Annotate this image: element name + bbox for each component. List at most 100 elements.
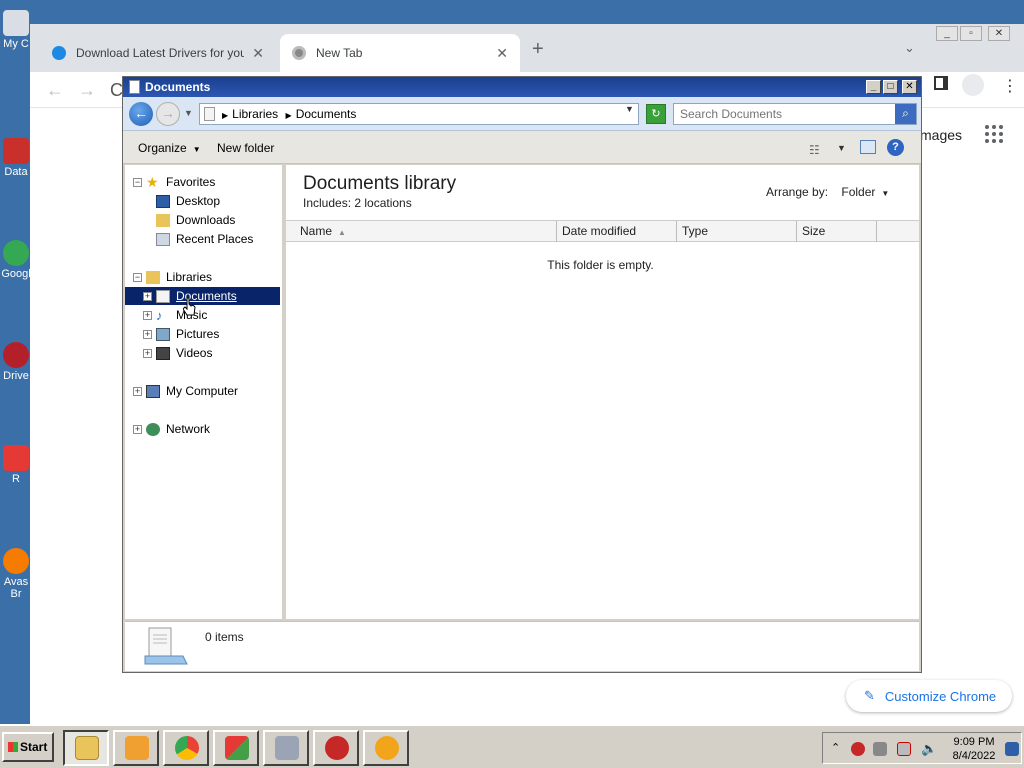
view-details-icon[interactable]: ☷ [809,143,820,157]
view-dropdown-icon[interactable]: ▼ [837,143,846,153]
tree-item-desktop[interactable]: Desktop [156,192,220,210]
desktop-icon-driver[interactable]: Drive [0,342,32,382]
tree-item-network[interactable]: + Network [133,420,210,438]
tab-new-tab[interactable]: New Tab ✕ [280,34,520,72]
tree-item-music[interactable]: + ♪ Music [143,306,207,324]
close-window-button[interactable]: ✕ [988,26,1010,41]
column-type[interactable]: Type [677,221,797,242]
help-icon[interactable]: ? [887,139,904,156]
minimize-button[interactable]: _ [866,80,881,94]
collapse-icon[interactable]: − [133,272,142,282]
expand-icon[interactable]: + [143,310,152,320]
desktop-icon-avast-browser[interactable]: Avas Br [0,548,32,600]
address-bar-area: ← → ▼ ▶Libraries ▶Documents ▼ ↻ ⌕ [123,97,921,131]
tree-item-libraries[interactable]: − Libraries [133,268,212,286]
tray-network-icon[interactable] [873,742,887,756]
address-dropdown-icon[interactable]: ▼ [625,104,634,114]
google-apps-icon[interactable] [985,125,1003,143]
taskbar-explorer[interactable] [63,730,109,766]
address-bar[interactable]: ▶ Libraries ▶ Documents [199,103,639,125]
command-bar: Organize ▼ New folder ☷ ▼ ? [123,131,921,164]
close-button[interactable]: ✕ [902,80,917,94]
chrome-menu-icon[interactable]: ⋮ [1002,76,1018,96]
taskbar-browser[interactable] [363,730,409,766]
avast-icon [3,548,29,574]
system-tray: ⌃ 🔈 9:09 PM 8/4/2022 [822,732,1022,764]
tree-item-recent-places[interactable]: Recent Places [156,230,253,248]
tray-warning-icon[interactable] [897,742,911,756]
profile-avatar-icon[interactable] [962,74,984,96]
documents-library-icon [144,627,188,665]
document-icon [129,80,140,94]
browser-icon [375,736,399,760]
explorer-window: Documents _ □ ✕ ← → ▼ ▶ Libraries ▶ Docume… [122,76,922,673]
show-desktop-icon[interactable] [1005,742,1019,756]
explorer-title-bar[interactable]: Documents _ □ ✕ [123,77,921,97]
refresh-icon[interactable]: ↻ [646,104,666,124]
forward-arrow-icon[interactable]: → [78,80,96,101]
close-tab-icon[interactable]: ✕ [496,45,508,62]
preview-pane-icon[interactable] [860,140,876,154]
organize-button[interactable]: Organize ▼ [138,141,201,155]
content-pane: Documents library Includes: 2 locations … [286,165,919,619]
desktop-icon [156,194,170,208]
maximize-button[interactable]: ▫ [960,26,982,41]
driver-app-icon [3,342,29,368]
taskbar-media-player[interactable] [113,730,159,766]
tray-security-icon[interactable] [851,742,865,756]
customize-chrome-button[interactable]: ✎ Customize Chrome [846,680,1012,712]
documents-icon [156,289,170,303]
tree-item-documents[interactable]: + Documents [125,287,280,305]
collapse-icon[interactable]: − [133,177,142,187]
expand-icon[interactable]: + [133,424,142,434]
column-size[interactable]: Size [797,221,877,242]
images-link[interactable]: mages [920,127,962,143]
arrange-by: Arrange by: Folder ▼ [766,185,890,199]
library-includes[interactable]: Includes: 2 locations [303,196,412,210]
expand-icon[interactable]: + [143,291,152,301]
side-panel-icon[interactable] [934,76,948,90]
clock[interactable]: 9:09 PM 8/4/2022 [949,735,999,763]
new-tab-button[interactable]: + [532,38,544,61]
search-input[interactable] [680,106,890,122]
column-date-modified[interactable]: Date modified [557,221,677,242]
back-arrow-icon[interactable]: ← [46,80,64,101]
tree-item-videos[interactable]: + Videos [143,344,212,362]
start-button[interactable]: Start [2,732,54,762]
close-tab-icon[interactable]: ✕ [252,45,264,62]
expand-icon[interactable]: + [143,329,152,339]
column-header: Name ▲ Date modified Type Size [286,220,919,242]
volume-icon[interactable]: 🔈 [921,742,937,756]
forward-arrow-icon[interactable]: → [156,102,180,126]
expand-icon[interactable]: + [143,348,152,358]
tab-search-chevron-icon[interactable]: ⌄ [904,40,915,56]
tree-item-my-computer[interactable]: + My Computer [133,382,238,400]
desktop-icon-r[interactable]: R [0,445,32,485]
column-name[interactable]: Name ▲ [286,221,557,242]
back-arrow-icon[interactable]: ← [129,102,153,126]
tray-expand-icon[interactable]: ⌃ [831,742,845,756]
desktop-icon-google[interactable]: Googl [0,240,32,280]
maximize-button[interactable]: □ [883,80,898,94]
tree-item-downloads[interactable]: Downloads [156,211,235,229]
site-favicon-icon [52,46,66,60]
desktop-icon-data[interactable]: Data [0,138,32,178]
chrome-icon [175,736,199,760]
library-title: Documents library [303,173,457,194]
minimize-button[interactable]: _ [936,26,958,41]
tree-item-pictures[interactable]: + Pictures [143,325,219,343]
search-icon[interactable]: ⌕ [895,104,916,124]
tree-item-favorites[interactable]: − ★ Favorites [133,173,215,191]
new-folder-button[interactable]: New folder [217,141,274,155]
taskbar-chrome[interactable] [163,730,209,766]
arrange-by-dropdown[interactable]: Folder ▼ [841,185,889,199]
desktop-icon-my-computer[interactable]: My C [0,10,32,50]
expand-icon[interactable]: + [133,386,142,396]
tab-drivers[interactable]: Download Latest Drivers for your W ✕ [40,34,276,72]
history-dropdown-icon[interactable]: ▼ [184,108,193,118]
taskbar-app-colorful[interactable] [213,730,259,766]
breadcrumb-documents[interactable]: Documents [296,107,357,121]
breadcrumb-libraries[interactable]: Libraries [232,107,278,121]
taskbar-tools[interactable] [263,730,309,766]
taskbar-security[interactable] [313,730,359,766]
